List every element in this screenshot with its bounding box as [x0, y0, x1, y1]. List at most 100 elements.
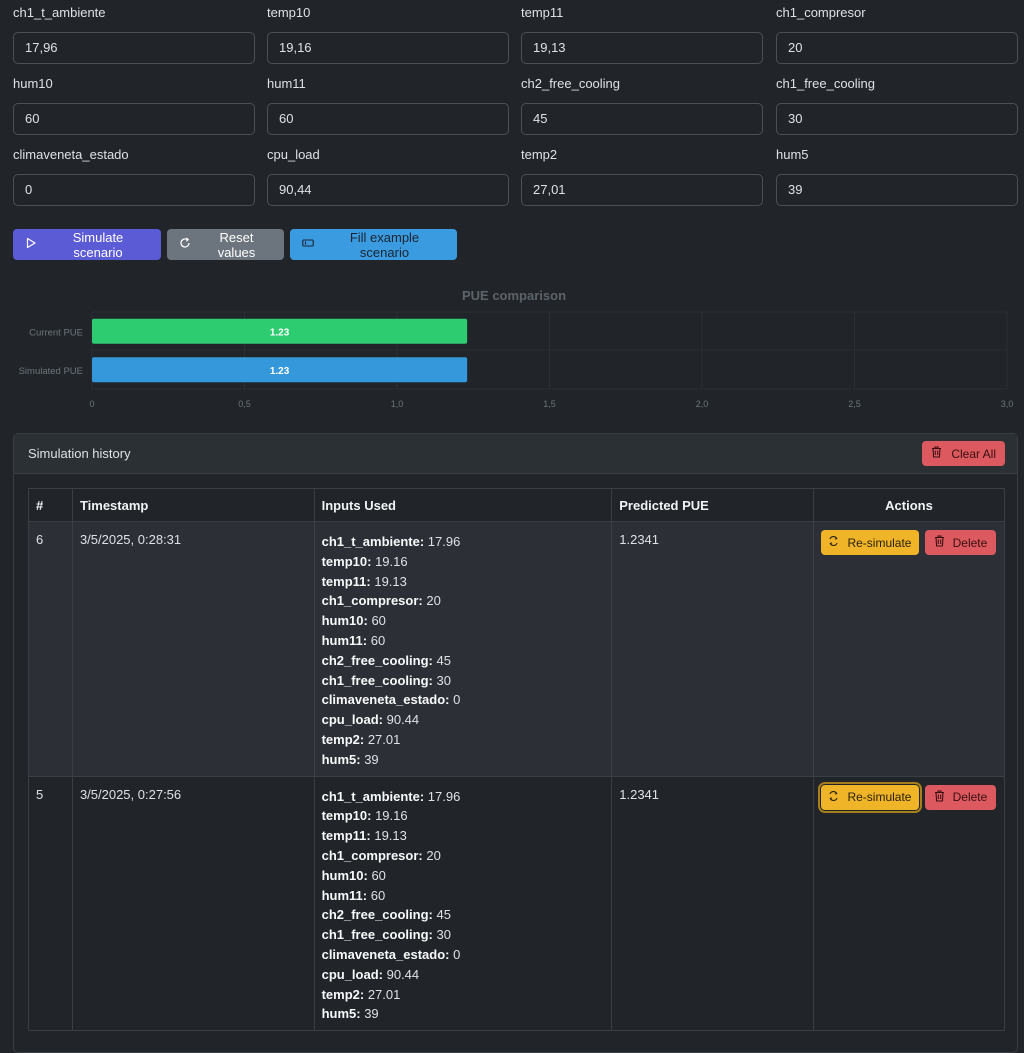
input-value: 0: [449, 946, 461, 962]
input-key: ch2_free_cooling:: [321, 652, 433, 668]
climaveneta-estado-input[interactable]: 0: [13, 174, 255, 206]
input-value: 19.13: [370, 828, 407, 844]
table-row: 6 3/5/2025, 0:28:31 ch1_t_ambiente: 17.96 t…: [28, 521, 1006, 777]
ch1-t-ambiente-input[interactable]: 17,96: [13, 32, 255, 64]
category-label: Current PUE: [29, 327, 83, 338]
input-entry: hum10: 60: [322, 611, 605, 631]
chart-svg: PUE comparison 0 0,5 1,0 1,5 2,0 2,5 3,0 1.23 Cur…: [19, 288, 1014, 409]
ch1-compresor-input[interactable]: 20: [776, 32, 1018, 64]
field-label: climaveneta_estado: [13, 147, 129, 162]
simulate-label: Simulate scenario: [72, 229, 124, 260]
table-header-row: # Timestamp Inputs Used Predicted PUE Ac…: [28, 488, 1006, 522]
delete-label: Delete: [952, 790, 988, 805]
input-entry: hum10: 60: [322, 866, 605, 886]
input-value: 19.16: [371, 553, 408, 569]
bar-data-label: 1.23: [270, 327, 290, 338]
bar-data-label: 1.23: [270, 366, 290, 377]
input-entry: temp10: 19.16: [322, 806, 605, 826]
temp10-input[interactable]: 19,16: [267, 32, 509, 64]
input-key: temp11:: [321, 573, 371, 589]
input-entry: ch1_free_cooling: 30: [322, 671, 605, 691]
input-value: 20: [422, 593, 441, 609]
field-cpu-load: cpu_load 90,44: [267, 145, 509, 206]
category-label: Simulated PUE: [19, 366, 83, 377]
hum10-input[interactable]: 60: [13, 103, 255, 135]
row-actions-group: Re-simulate Delete: [820, 530, 997, 555]
input-entry: ch2_free_cooling: 45: [322, 905, 605, 925]
simulate-scenario-button[interactable]: Simulate scenario: [13, 229, 161, 260]
x-tick-label: 2,5: [848, 399, 861, 409]
field-ch1-t-ambiente: ch1_t_ambiente 17,96: [13, 3, 255, 64]
input-value: 60: [367, 632, 386, 648]
trash-icon: [934, 790, 945, 805]
input-value: 17.96: [424, 534, 461, 549]
input-entry: hum11: 60: [322, 886, 605, 906]
input-key: cpu_load:: [321, 712, 383, 728]
row-inputs: ch1_t_ambiente: 17.96 temp10: 19.16 temp11…: [313, 775, 613, 1032]
re-simulate-button[interactable]: Re-simulate: [817, 781, 922, 813]
field-label: temp2: [521, 147, 558, 162]
history-header: Simulation history Clear All: [14, 434, 1017, 474]
field-climaveneta-estado: climaveneta_estado 0: [13, 145, 255, 206]
delete-button[interactable]: Delete: [924, 784, 996, 810]
temp11-input[interactable]: 19,13: [521, 32, 763, 64]
re-simulate-button[interactable]: Re-simulate: [820, 530, 919, 555]
input-value: 20: [422, 847, 441, 863]
input-value: 27.01: [364, 731, 401, 747]
repeat-icon: [828, 535, 839, 550]
temp2-input[interactable]: 27,01: [521, 174, 763, 206]
reset-label: Reset values: [217, 229, 256, 260]
input-key: temp10:: [321, 553, 372, 569]
input-value: 45: [432, 652, 451, 668]
ch1-free-cooling-input[interactable]: 30: [776, 103, 1018, 135]
input-entry: ch2_free_cooling: 45: [322, 651, 605, 671]
hum5-input[interactable]: 39: [776, 174, 1018, 206]
x-tick-label: 0,5: [238, 399, 251, 409]
input-cursor-icon: [302, 237, 314, 252]
input-key: hum10:: [321, 613, 368, 629]
input-entry: climaveneta_estado: 0: [322, 690, 605, 710]
hum11-input[interactable]: 60: [267, 103, 509, 135]
reset-values-button[interactable]: Reset values: [167, 229, 284, 260]
re-simulate-label: Re-simulate: [847, 535, 912, 550]
field-hum5: hum5 39: [776, 145, 1018, 206]
delete-button[interactable]: Delete: [924, 530, 996, 555]
input-value: 27.01: [364, 986, 401, 1002]
simulation-history-panel: Simulation history Clear All # Timestamp…: [13, 433, 1018, 1053]
input-key: temp11:: [321, 828, 371, 844]
field-label: hum5: [776, 147, 809, 162]
field-label: ch1_free_cooling: [776, 76, 876, 91]
input-value: 90.44: [383, 712, 420, 728]
field-label: ch1_compresor: [776, 5, 866, 20]
field-label: temp10: [267, 5, 311, 20]
row-predicted-pue: 1.2341: [611, 775, 814, 1032]
input-key: temp2:: [321, 986, 365, 1002]
trash-icon: [931, 446, 942, 461]
row-timestamp: 3/5/2025, 0:27:56: [71, 775, 315, 1032]
clear-all-label: Clear All: [951, 446, 996, 461]
fill-example-button[interactable]: Fill example scenario: [290, 229, 457, 260]
ch2-free-cooling-input[interactable]: 45: [521, 103, 763, 135]
cpu-load-input[interactable]: 90,44: [267, 174, 509, 206]
input-entry: temp2: 27.01: [322, 730, 605, 750]
input-value: 17.96: [424, 788, 461, 804]
field-ch1-free-cooling: ch1_free_cooling 30: [776, 74, 1018, 135]
clear-all-button[interactable]: Clear All: [922, 441, 1005, 466]
input-entry: hum11: 60: [322, 631, 605, 651]
history-table: # Timestamp Inputs Used Predicted PUE Ac…: [28, 488, 1006, 1032]
col-timestamp-header: Timestamp: [71, 488, 315, 522]
row-actions: Re-simulate Delete: [812, 521, 1006, 777]
input-entry: ch1_compresor: 20: [322, 846, 605, 866]
input-value: 90.44: [383, 966, 420, 982]
delete-label: Delete: [952, 535, 988, 550]
input-entry: hum5: 39: [322, 1004, 605, 1024]
fill-label: Fill example scenario: [349, 229, 420, 260]
input-key: ch1_compresor:: [321, 593, 423, 609]
input-value: 45: [432, 907, 451, 923]
field-ch1-compresor: ch1_compresor 20: [776, 3, 1018, 64]
input-key: ch1_t_ambiente:: [321, 788, 425, 804]
input-entry: ch1_compresor: 20: [322, 591, 605, 611]
input-entry: cpu_load: 90.44: [322, 965, 605, 985]
play-icon: [25, 237, 37, 252]
row-predicted-pue: 1.2341: [611, 521, 814, 777]
